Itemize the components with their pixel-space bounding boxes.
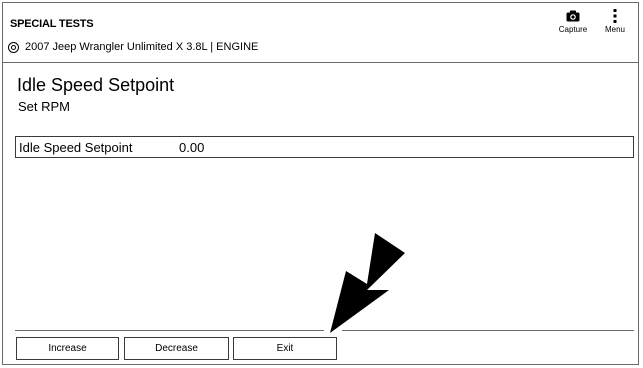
app-window: SPECIAL TESTS 2007 Jeep Wrangler Unlimit… (2, 2, 639, 365)
header-bar: SPECIAL TESTS 2007 Jeep Wrangler Unlimit… (3, 3, 638, 63)
camera-icon (566, 10, 580, 22)
increase-button[interactable]: Increase (16, 337, 119, 360)
exit-button[interactable]: Exit (233, 337, 337, 360)
vehicle-label: 2007 Jeep Wrangler Unlimited X 3.8L | EN… (25, 41, 259, 53)
readout-label: Idle Speed Setpoint (19, 140, 133, 155)
target-circle-icon (8, 41, 19, 53)
test-subtitle: Set RPM (18, 99, 71, 114)
menu-button[interactable]: Menu (595, 9, 635, 34)
vehicle-info: 2007 Jeep Wrangler Unlimited X 3.8L | EN… (8, 41, 258, 53)
vertical-ellipsis-icon (613, 9, 617, 23)
divider-right (342, 330, 634, 331)
capture-label: Capture (558, 25, 588, 34)
divider-left (15, 330, 324, 331)
test-title: Idle Speed Setpoint (17, 75, 175, 95)
readout-row: Idle Speed Setpoint 0.00 (15, 136, 634, 158)
decrease-button[interactable]: Decrease (124, 337, 229, 360)
page-title: SPECIAL TESTS (10, 18, 94, 30)
readout-value: 0.00 (179, 140, 205, 155)
menu-label: Menu (604, 25, 625, 34)
capture-button[interactable]: Capture (553, 9, 593, 34)
